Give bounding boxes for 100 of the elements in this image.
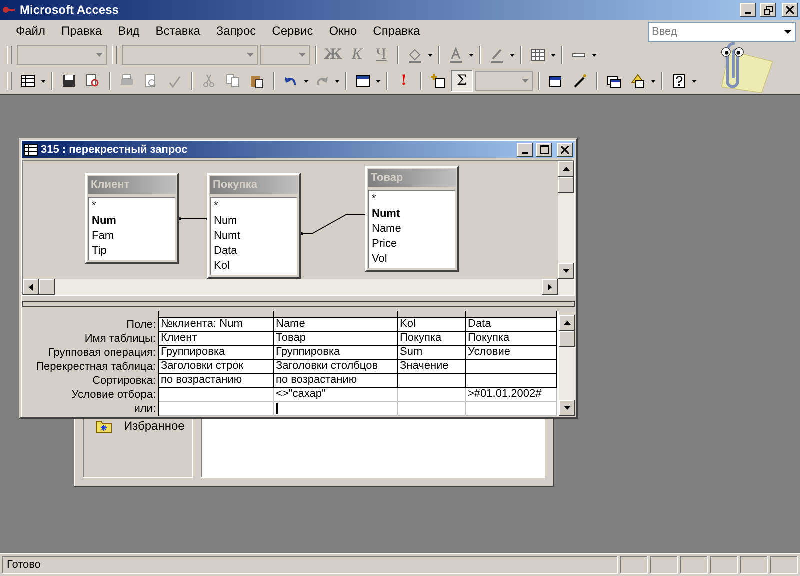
vertical-scrollbar[interactable] — [559, 315, 575, 416]
up-arrow-icon — [564, 321, 570, 325]
close-button[interactable] — [557, 142, 573, 157]
caret-icon — [651, 80, 656, 82]
group-label: Избранное — [124, 419, 185, 433]
minimize-button[interactable] — [740, 3, 756, 17]
field-item[interactable]: Vol — [372, 252, 452, 268]
table-title: Товар — [368, 169, 456, 188]
menu-item[interactable]: Файл — [8, 24, 54, 38]
column-selector[interactable] — [159, 311, 274, 318]
field-item[interactable]: * — [372, 192, 452, 208]
up-arrow-icon — [562, 167, 570, 172]
row-label: Перекрестная таблица: — [35, 360, 156, 374]
menu-item[interactable]: Правка — [54, 24, 110, 38]
column-selector[interactable] — [466, 311, 557, 318]
grid-cell[interactable]: Kol — [398, 318, 466, 332]
scroll-thumb[interactable] — [559, 331, 575, 347]
scroll-left-button[interactable] — [23, 279, 39, 296]
table-title: Клиент — [88, 176, 176, 194]
close-button[interactable] — [782, 3, 798, 17]
caret-icon — [428, 54, 434, 56]
status-panel — [740, 556, 768, 574]
column-selector[interactable] — [398, 311, 466, 318]
column-selector[interactable] — [274, 311, 398, 318]
grid-cell[interactable]: Покупка — [466, 332, 557, 346]
grid-cell[interactable]: Name — [274, 318, 398, 332]
scroll-down-button[interactable] — [559, 400, 575, 416]
field-item[interactable]: Name — [372, 222, 452, 238]
row-label: Имя таблицы: — [84, 332, 156, 346]
menu-item[interactable]: Сервис — [264, 24, 322, 38]
field-item[interactable]: Price — [372, 237, 452, 252]
scroll-right-button[interactable] — [542, 279, 558, 296]
grid-cell[interactable]: Заголовки столбцов — [274, 360, 398, 374]
help-question-field[interactable]: Введ — [648, 22, 796, 42]
dropdown-arrow-icon[interactable] — [784, 30, 792, 34]
field-item[interactable]: * — [214, 199, 294, 214]
row-label: Условие отбора: — [70, 388, 156, 402]
horizontal-scrollbar[interactable] — [23, 279, 574, 296]
menu-item[interactable]: Запрос — [208, 24, 264, 38]
grid-cell[interactable]: Покупка — [398, 332, 466, 346]
window-title: Microsoft Access — [20, 3, 120, 17]
grid-cell[interactable]: по возрастанию — [274, 374, 398, 388]
field-item[interactable]: Num — [92, 214, 172, 230]
field-item[interactable]: Kol — [214, 259, 294, 274]
table-box[interactable]: Товар * Numt Name Price Vol — [365, 166, 459, 272]
minimize-icon — [745, 12, 751, 14]
status-panel — [650, 556, 678, 574]
field-item[interactable]: * — [92, 199, 172, 214]
group-item[interactable]: Избранное — [84, 419, 192, 433]
grid-cell[interactable]: <>"сахар" — [274, 388, 398, 402]
menu-item[interactable]: Справка — [365, 24, 428, 38]
close-icon — [786, 6, 794, 14]
grid-cell[interactable]: Условие — [466, 346, 557, 360]
scroll-up-button[interactable] — [558, 161, 574, 178]
pane-splitter[interactable] — [22, 301, 575, 307]
maximize-button[interactable] — [536, 142, 552, 157]
grid-cell[interactable]: >#01.01.2002# — [466, 388, 557, 402]
grid-cell[interactable]: Товар — [274, 332, 398, 346]
field-item[interactable]: Numt — [372, 207, 452, 222]
minimize-button[interactable] — [517, 142, 533, 157]
folder-icon — [96, 419, 112, 433]
scroll-up-button[interactable] — [559, 315, 575, 331]
restore-button[interactable] — [760, 3, 776, 17]
totals-button[interactable]: Σ — [451, 70, 473, 92]
grid-cell[interactable]: Заголовки строк — [159, 360, 274, 374]
scroll-thumb[interactable] — [39, 279, 55, 296]
field-item[interactable]: Numt — [214, 229, 294, 244]
grid-cell[interactable]: Sum — [398, 346, 466, 360]
grid-cell[interactable]: Значение — [398, 360, 466, 374]
grid-cell[interactable] — [466, 374, 557, 388]
scroll-thumb[interactable] — [558, 177, 574, 194]
caret-icon — [376, 80, 381, 82]
help-input[interactable]: Введ — [649, 26, 781, 38]
field-item[interactable]: Fam — [92, 229, 172, 244]
grid-cell[interactable]: №клиента: Num — [159, 318, 274, 332]
field-item[interactable]: Num — [214, 214, 294, 230]
grid-cell[interactable]: Группировка — [159, 346, 274, 360]
menu-item[interactable]: Вид — [110, 24, 148, 38]
table-box[interactable]: Покупка * Num Numt Data Kol — [207, 173, 301, 280]
menu-item[interactable]: Вставка — [148, 24, 208, 38]
down-arrow-icon — [562, 269, 570, 274]
scroll-down-button[interactable] — [558, 263, 574, 280]
table-title: Покупка — [210, 176, 298, 194]
minimize-icon — [522, 152, 528, 154]
caret-icon — [304, 80, 309, 82]
grid-cell[interactable] — [398, 374, 466, 388]
vertical-scrollbar[interactable] — [558, 161, 574, 280]
caret-icon — [335, 80, 340, 82]
menu-item[interactable]: Окно — [321, 24, 366, 38]
table-box[interactable]: Клиент * Num Fam Tip — [85, 173, 179, 264]
field-item[interactable]: Tip — [92, 244, 172, 260]
grid-cell[interactable]: Data — [466, 318, 557, 332]
grid-cell[interactable] — [466, 360, 557, 374]
query-icon — [24, 144, 38, 156]
field-item[interactable]: Data — [214, 244, 294, 260]
caret-icon — [469, 54, 474, 56]
query-window-title: 315 : перекрестный запрос — [41, 144, 189, 156]
grid-cell[interactable]: по возрастанию — [159, 374, 274, 388]
grid-cell[interactable]: Группировка — [274, 346, 398, 360]
grid-cell[interactable]: Клиент — [159, 332, 274, 346]
